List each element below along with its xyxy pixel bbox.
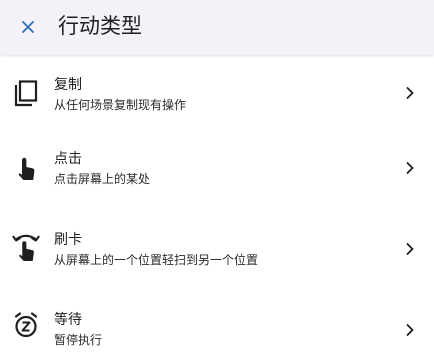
item-subtitle: 从屏幕上的一个位置轻扫到另一个位置 <box>54 253 259 267</box>
item-title: 点击 <box>54 151 82 167</box>
item-title: 刷卡 <box>54 232 82 248</box>
list-item-copy[interactable]: 复制 从任何场景复制现有操作 <box>0 56 434 130</box>
item-subtitle: 从任何场景复制现有操作 <box>54 98 187 112</box>
item-title: 复制 <box>54 77 82 93</box>
page-title: 行动类型 <box>58 14 142 38</box>
list-item-swipe[interactable]: 刷卡 从屏幕上的一个位置轻扫到另一个位置 <box>0 213 434 287</box>
list-item-wait[interactable]: 等待 暂停执行 <box>0 292 434 360</box>
list-item-tap[interactable]: 点击 点击屏幕上的某处 <box>0 132 434 206</box>
chevron-right-icon <box>403 323 417 337</box>
chevron-right-icon <box>403 86 417 100</box>
item-subtitle: 暂停执行 <box>54 333 103 347</box>
item-title: 等待 <box>54 312 82 328</box>
chevron-right-icon <box>403 242 417 256</box>
chevron-right-icon <box>403 161 417 175</box>
swipe-icon <box>12 233 40 261</box>
action-type-screen: 行动类型 复制 从任何场景复制现有操作 点击 点击屏幕上的某处 刷卡 从屏幕上的… <box>0 0 434 360</box>
snooze-icon <box>12 311 40 339</box>
top-app-bar: 行动类型 <box>0 0 434 55</box>
item-subtitle: 点击屏幕上的某处 <box>54 172 151 186</box>
copy-icon <box>12 80 40 108</box>
close-button[interactable] <box>12 11 44 43</box>
tap-icon <box>12 154 40 182</box>
close-icon <box>20 19 36 35</box>
